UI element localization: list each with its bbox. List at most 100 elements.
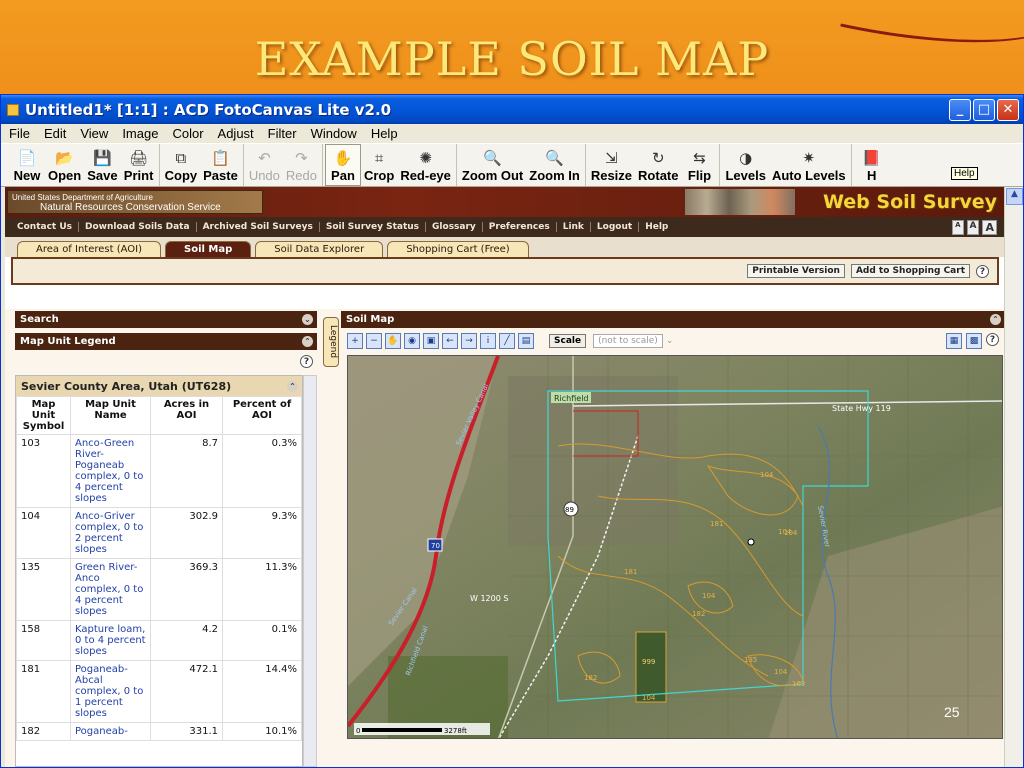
unit-name-link[interactable]: Anco-Griver complex, 0 to 2 percent slop… — [70, 507, 151, 559]
nav-contact-us[interactable]: Contact Us — [11, 222, 80, 232]
add-to-cart-button[interactable]: Add to Shopping Cart — [850, 264, 970, 278]
printable-version-button[interactable]: Printable Version — [747, 264, 845, 278]
scale-select[interactable]: (not to scale) — [593, 334, 663, 348]
minimize-button[interactable]: _ — [949, 98, 971, 121]
menu-filter[interactable]: Filter — [268, 126, 297, 141]
nav-preferences[interactable]: Preferences — [483, 222, 557, 232]
nav-download[interactable]: Download Soils Data — [79, 222, 197, 232]
crop-button[interactable]: ⌗ Crop — [361, 144, 397, 186]
nav-status[interactable]: Soil Survey Status — [320, 222, 427, 232]
measure-icon[interactable]: ╱ — [499, 333, 515, 349]
font-size-small[interactable]: A — [952, 219, 964, 235]
help-icon[interactable]: ? — [300, 354, 313, 368]
rotate-button[interactable]: ↻ Rotate — [635, 144, 681, 186]
collapse-icon[interactable]: ⌃ — [287, 380, 298, 392]
zoom-out-button[interactable]: 🔍 Zoom Out — [459, 144, 526, 186]
unit-percent: 10.1% — [222, 722, 302, 741]
menu-window[interactable]: Window — [311, 126, 357, 141]
globe-icon[interactable]: ◉ — [404, 333, 420, 349]
help-button[interactable]: 📕 H — [854, 144, 890, 186]
help-group: 📕 H — [852, 144, 892, 186]
unit-name-link[interactable]: Kapture loam, 0 to 4 percent slopes — [70, 620, 151, 661]
unit-name-link[interactable]: Anco-Green River-Poganeab complex, 0 to … — [70, 434, 151, 508]
pan-button[interactable]: ✋ Pan — [324, 144, 361, 186]
help-icon[interactable]: ? — [986, 333, 999, 346]
nav-help[interactable]: Help — [639, 222, 674, 232]
levels-button[interactable]: ◑ Levels — [722, 144, 768, 186]
menu-edit[interactable]: Edit — [44, 126, 66, 141]
chevron-down-icon[interactable]: ⌄ — [666, 336, 674, 346]
levels-icon: ◑ — [739, 148, 753, 167]
paste-button[interactable]: 📋 Paste — [200, 144, 241, 186]
print-button[interactable]: 🖨 Print — [121, 144, 157, 186]
levels-group: ◑ Levels ✷ Auto Levels — [720, 144, 852, 186]
close-button[interactable]: ✕ — [997, 98, 1019, 121]
clipboard-group: ⧉ Copy 📋 Paste — [160, 144, 244, 186]
auto-levels-icon: ✷ — [802, 148, 816, 167]
menu-file[interactable]: File — [9, 126, 30, 141]
new-icon: 📄 — [17, 148, 37, 167]
info-icon[interactable]: i — [480, 333, 496, 349]
flip-button[interactable]: ⇆ Flip — [681, 144, 717, 186]
search-panel-header[interactable]: Search ⌄ — [15, 311, 317, 328]
red-eye-icon: ✺ — [419, 148, 432, 167]
tab-shopping-cart[interactable]: Shopping Cart (Free) — [387, 241, 529, 257]
red-eye-button[interactable]: ✺ Red-eye — [397, 144, 454, 186]
menu-view[interactable]: View — [80, 126, 108, 141]
legend-side-tab[interactable]: Legend — [323, 317, 339, 367]
menu-help[interactable]: Help — [371, 126, 398, 141]
tab-soil-map[interactable]: Soil Map — [165, 241, 252, 257]
unit-name-link[interactable]: Green River-Anco complex, 0 to 4 percent… — [70, 558, 151, 621]
window-controls: _ □ ✕ — [949, 98, 1019, 121]
legend-toggle-icon[interactable]: ▦ — [946, 333, 962, 349]
save-button[interactable]: 💾 Save — [84, 144, 120, 186]
left-panel: Search ⌄ Map Unit Legend ⌃ ? Sevier Coun… — [15, 311, 317, 767]
unit-name-link[interactable]: Poganeab- — [70, 722, 151, 741]
back-arrow-icon[interactable]: ← — [442, 333, 458, 349]
expand-icon[interactable]: ⌄ — [302, 314, 313, 325]
scroll-up-arrow-icon[interactable]: ▲ — [1006, 188, 1023, 205]
menu-adjust[interactable]: Adjust — [218, 126, 254, 141]
font-size-large[interactable]: A — [982, 219, 997, 235]
aoi-icon[interactable]: ▣ — [423, 333, 439, 349]
map-unit-label: 999 — [642, 658, 655, 666]
soil-map-view[interactable]: Richfield State Hwy 119 W 1200 S Sevier … — [347, 355, 1003, 739]
new-button[interactable]: 📄 New — [9, 144, 45, 186]
undo-button[interactable]: ↶ Undo — [246, 144, 283, 186]
nav-archived[interactable]: Archived Soil Surveys — [197, 222, 320, 232]
tab-aoi[interactable]: Area of Interest (AOI) — [17, 241, 162, 257]
tab-soil-data-explorer[interactable]: Soil Data Explorer — [255, 241, 384, 257]
nav-logout[interactable]: Logout — [591, 222, 640, 232]
zoom-in-button[interactable]: 🔍 Zoom In — [526, 144, 583, 186]
usda-banner: United States Department of Agriculture … — [7, 190, 263, 214]
help-icon[interactable]: ? — [976, 264, 989, 278]
scale-button[interactable]: Scale — [549, 334, 587, 348]
maximize-button[interactable]: □ — [973, 98, 995, 121]
resize-button[interactable]: ⇲ Resize — [588, 144, 635, 186]
unit-name-link[interactable]: Poganeab-Abcal complex, 0 to 1 percent s… — [70, 660, 151, 723]
resize-icon: ⇲ — [605, 148, 618, 167]
open-button[interactable]: 📂 Open — [45, 144, 84, 186]
font-size-medium[interactable]: A — [966, 219, 980, 235]
redo-button[interactable]: ↷ Redo — [283, 144, 320, 186]
collapse-icon[interactable]: ⌃ — [302, 336, 313, 347]
nav-glossary[interactable]: Glossary — [426, 222, 483, 232]
zoom-in-icon[interactable]: + — [347, 333, 363, 349]
nav-link[interactable]: Link — [557, 222, 591, 232]
collapse-icon[interactable]: ⌃ — [990, 314, 1001, 325]
canvas-scrollbar[interactable]: ▲ — [1004, 187, 1023, 767]
forward-arrow-icon[interactable]: → — [461, 333, 477, 349]
zoom-out-icon[interactable]: − — [366, 333, 382, 349]
pan-icon[interactable]: ✋ — [385, 333, 401, 349]
menu-color[interactable]: Color — [172, 126, 203, 141]
legend-scrollbar[interactable] — [303, 375, 317, 767]
fullscreen-icon[interactable]: ▩ — [966, 333, 982, 349]
legend-panel-header[interactable]: Map Unit Legend ⌃ — [15, 333, 317, 350]
menu-image[interactable]: Image — [122, 126, 158, 141]
unit-symbol: 181 — [16, 660, 71, 723]
layer-icon[interactable]: ▤ — [518, 333, 534, 349]
copy-button[interactable]: ⧉ Copy — [162, 144, 201, 186]
auto-levels-button[interactable]: ✷ Auto Levels — [769, 144, 849, 186]
image-canvas[interactable]: United States Department of Agriculture … — [5, 187, 1005, 767]
title-bar[interactable]: Untitled1* [1:1] : ACD FotoCanvas Lite v… — [1, 95, 1023, 124]
